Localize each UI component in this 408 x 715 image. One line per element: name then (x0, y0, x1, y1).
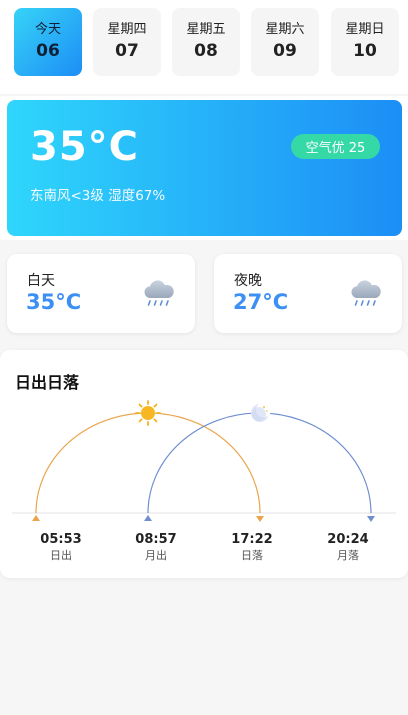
day-number: 09 (273, 41, 297, 61)
day-name: 今天 (34, 22, 61, 37)
day-tab-sunday[interactable]: 星期日 10 (331, 8, 399, 76)
sunrise-stat: 05:53 日出 (26, 532, 96, 563)
night-temperature: 27°C (233, 290, 289, 314)
day-number: 07 (115, 41, 139, 61)
day-name: 星期日 (345, 22, 385, 37)
moon-arc (147, 412, 372, 514)
moonrise-marker (144, 515, 152, 521)
moonset-time: 20:24 (327, 532, 369, 547)
day-tab-saturday[interactable]: 星期六 09 (251, 8, 319, 76)
day-tab-today[interactable]: 今天 06 (14, 8, 82, 76)
current-weather-card: 35°C 空气优 25 东南风<3级 湿度67% (7, 100, 402, 236)
moonset-stat: 20:24 月落 (313, 532, 383, 563)
moonrise-stat: 08:57 月出 (121, 532, 191, 563)
night-label: 夜晚 (234, 273, 262, 289)
day-number: 06 (36, 41, 60, 61)
sunrise-marker (32, 515, 40, 521)
air-quality-badge: 空气优 25 (291, 134, 380, 159)
sun-icon (135, 400, 161, 426)
sunset-label: 日落 (241, 549, 263, 562)
moonrise-label: 月出 (145, 549, 167, 562)
current-temperature: 35°C (30, 124, 140, 170)
current-weather-section: 35°C 空气优 25 东南风<3级 湿度67% (0, 96, 408, 240)
day-selector: 今天 06 星期四 07 星期五 08 星期六 09 星期日 10 (0, 0, 408, 94)
day-name: 星期五 (186, 22, 226, 37)
moon-icon (251, 402, 271, 422)
sunset-stat: 17:22 日落 (217, 532, 287, 563)
moonset-marker (367, 516, 375, 522)
sunrise-time: 05:53 (40, 532, 82, 547)
rain-cloud-icon (351, 280, 381, 306)
daytime-card: 白天 35°C (7, 254, 195, 333)
sun-arc (35, 412, 261, 514)
daytime-temperature: 35°C (26, 290, 82, 314)
sunrise-label: 日出 (50, 549, 72, 562)
day-name: 星期四 (107, 22, 147, 37)
day-name: 星期六 (265, 22, 305, 37)
daytime-label: 白天 (27, 273, 55, 289)
sunset-time: 17:22 (231, 532, 273, 547)
moonset-label: 月落 (337, 549, 359, 562)
sunset-marker (256, 516, 264, 522)
day-number: 10 (353, 41, 377, 61)
day-tab-friday[interactable]: 星期五 08 (172, 8, 240, 76)
day-number: 08 (194, 41, 218, 61)
sunrise-sunset-card: 日出 日落 05:53 日出 08:57 月出 17:22 日落 20:24 月落 (0, 350, 408, 578)
wind-humidity: 东南风<3级 湿度67% (30, 188, 166, 204)
night-card: 夜晚 27°C (214, 254, 402, 333)
moonrise-time: 08:57 (135, 532, 177, 547)
rain-cloud-icon (144, 280, 174, 306)
day-tab-thursday[interactable]: 星期四 07 (93, 8, 161, 76)
